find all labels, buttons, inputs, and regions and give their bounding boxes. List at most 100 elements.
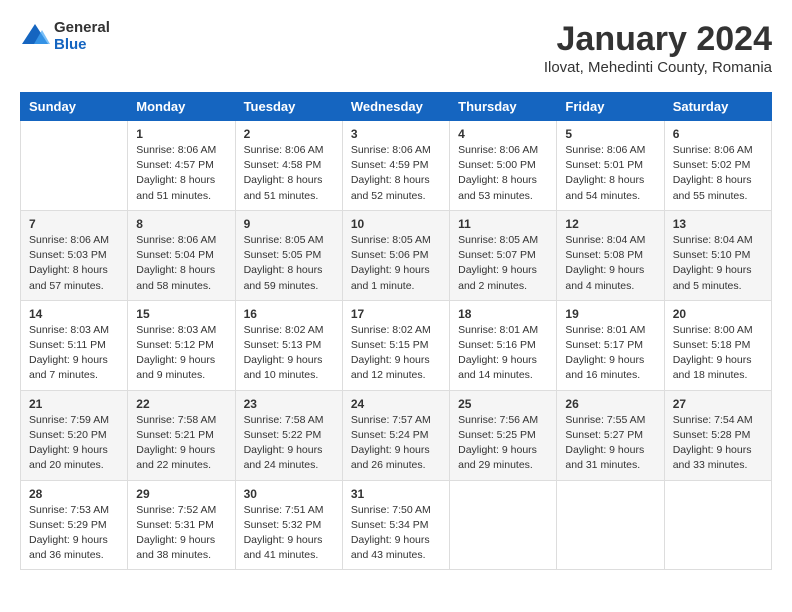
day-number: 24: [351, 397, 441, 411]
week-row-5: 28Sunrise: 7:53 AMSunset: 5:29 PMDayligh…: [21, 480, 772, 570]
day-info: Sunrise: 7:59 AMSunset: 5:20 PMDaylight:…: [29, 413, 119, 474]
cell-w5-d1: 29Sunrise: 7:52 AMSunset: 5:31 PMDayligh…: [128, 480, 235, 570]
day-info: Sunrise: 8:01 AMSunset: 5:17 PMDaylight:…: [565, 323, 655, 384]
day-info: Sunrise: 7:58 AMSunset: 5:22 PMDaylight:…: [244, 413, 334, 474]
day-info: Sunrise: 7:53 AMSunset: 5:29 PMDaylight:…: [29, 503, 119, 564]
day-number: 5: [565, 127, 655, 141]
week-row-1: 1 Sunrise: 8:06 AMSunset: 4:57 PMDaylight…: [21, 121, 772, 211]
day-info: Sunrise: 8:03 AMSunset: 5:12 PMDaylight:…: [136, 323, 226, 384]
cell-w2-d4: 11 Sunrise: 8:05 AMSunset: 5:07 PMDayligh…: [450, 210, 557, 300]
day-info: Sunrise: 8:05 AMSunset: 5:07 PMDaylight:…: [458, 233, 548, 294]
logo-blue-text: Blue: [54, 37, 110, 54]
day-number: 1: [136, 127, 226, 141]
cell-w2-d1: 8 Sunrise: 8:06 AMSunset: 5:04 PMDaylight…: [128, 210, 235, 300]
day-info: Sunrise: 8:06 AMSunset: 5:00 PMDaylight:…: [458, 143, 548, 204]
day-info: Sunrise: 8:00 AMSunset: 5:18 PMDaylight:…: [673, 323, 763, 384]
cell-w1-d0: [21, 121, 128, 211]
day-info: Sunrise: 7:58 AMSunset: 5:21 PMDaylight:…: [136, 413, 226, 474]
day-number: 20: [673, 307, 763, 321]
day-number: 10: [351, 217, 441, 231]
day-number: 25: [458, 397, 548, 411]
cell-w5-d0: 28Sunrise: 7:53 AMSunset: 5:29 PMDayligh…: [21, 480, 128, 570]
day-info: Sunrise: 7:54 AMSunset: 5:28 PMDaylight:…: [673, 413, 763, 474]
cell-w4-d1: 22 Sunrise: 7:58 AMSunset: 5:21 PMDayligh…: [128, 390, 235, 480]
title-area: January 2024 Ilovat, Mehedinti County, R…: [544, 20, 772, 76]
calendar-header: Sunday Monday Tuesday Wednesday Thursday…: [21, 93, 772, 121]
day-number: 7: [29, 217, 119, 231]
header: General Blue January 2024 Ilovat, Mehedi…: [20, 20, 772, 76]
day-number: 31: [351, 487, 441, 501]
cell-w3-d5: 19 Sunrise: 8:01 AMSunset: 5:17 PMDayligh…: [557, 300, 664, 390]
day-info: Sunrise: 8:06 AMSunset: 4:57 PMDaylight:…: [136, 143, 226, 204]
cell-w1-d6: 6 Sunrise: 8:06 AMSunset: 5:02 PMDaylight…: [664, 121, 771, 211]
day-number: 12: [565, 217, 655, 231]
day-info: Sunrise: 8:04 AMSunset: 5:08 PMDaylight:…: [565, 233, 655, 294]
cell-w4-d5: 26 Sunrise: 7:55 AMSunset: 5:27 PMDayligh…: [557, 390, 664, 480]
day-number: 6: [673, 127, 763, 141]
cell-w3-d6: 20 Sunrise: 8:00 AMSunset: 5:18 PMDayligh…: [664, 300, 771, 390]
cell-w1-d4: 4Sunrise: 8:06 AMSunset: 5:00 PMDaylight…: [450, 121, 557, 211]
cell-w4-d3: 24Sunrise: 7:57 AMSunset: 5:24 PMDayligh…: [342, 390, 449, 480]
cell-w4-d6: 27 Sunrise: 7:54 AMSunset: 5:28 PMDayligh…: [664, 390, 771, 480]
week-row-2: 7Sunrise: 8:06 AMSunset: 5:03 PMDaylight…: [21, 210, 772, 300]
cell-w2-d6: 13Sunrise: 8:04 AMSunset: 5:10 PMDayligh…: [664, 210, 771, 300]
day-number: 21: [29, 397, 119, 411]
cell-w1-d5: 5Sunrise: 8:06 AMSunset: 5:01 PMDaylight…: [557, 121, 664, 211]
cell-w2-d5: 12 Sunrise: 8:04 AMSunset: 5:08 PMDayligh…: [557, 210, 664, 300]
day-number: 26: [565, 397, 655, 411]
day-number: 13: [673, 217, 763, 231]
day-number: 27: [673, 397, 763, 411]
cell-w5-d3: 31 Sunrise: 7:50 AMSunset: 5:34 PMDayligh…: [342, 480, 449, 570]
col-saturday: Saturday: [664, 93, 771, 121]
col-wednesday: Wednesday: [342, 93, 449, 121]
col-monday: Monday: [128, 93, 235, 121]
day-info: Sunrise: 7:50 AMSunset: 5:34 PMDaylight:…: [351, 503, 441, 564]
cell-w5-d2: 30Sunrise: 7:51 AMSunset: 5:32 PMDayligh…: [235, 480, 342, 570]
week-row-3: 14 Sunrise: 8:03 AMSunset: 5:11 PMDayligh…: [21, 300, 772, 390]
cell-w4-d4: 25 Sunrise: 7:56 AMSunset: 5:25 PMDayligh…: [450, 390, 557, 480]
day-info: Sunrise: 7:52 AMSunset: 5:31 PMDaylight:…: [136, 503, 226, 564]
cell-w3-d4: 18 Sunrise: 8:01 AMSunset: 5:16 PMDayligh…: [450, 300, 557, 390]
cell-w1-d1: 1 Sunrise: 8:06 AMSunset: 4:57 PMDaylight…: [128, 121, 235, 211]
day-info: Sunrise: 8:06 AMSunset: 4:58 PMDaylight:…: [244, 143, 334, 204]
day-number: 19: [565, 307, 655, 321]
cell-w3-d2: 16 Sunrise: 8:02 AMSunset: 5:13 PMDayligh…: [235, 300, 342, 390]
day-info: Sunrise: 8:05 AMSunset: 5:06 PMDaylight:…: [351, 233, 441, 294]
day-number: 14: [29, 307, 119, 321]
location-subtitle: Ilovat, Mehedinti County, Romania: [544, 59, 772, 76]
day-number: 17: [351, 307, 441, 321]
day-info: Sunrise: 7:56 AMSunset: 5:25 PMDaylight:…: [458, 413, 548, 474]
day-info: Sunrise: 8:06 AMSunset: 5:02 PMDaylight:…: [673, 143, 763, 204]
cell-w2-d3: 10 Sunrise: 8:05 AMSunset: 5:06 PMDayligh…: [342, 210, 449, 300]
col-friday: Friday: [557, 93, 664, 121]
day-number: 16: [244, 307, 334, 321]
day-number: 3: [351, 127, 441, 141]
cell-w5-d5: [557, 480, 664, 570]
day-info: Sunrise: 8:06 AMSunset: 4:59 PMDaylight:…: [351, 143, 441, 204]
month-title: January 2024: [544, 20, 772, 59]
col-thursday: Thursday: [450, 93, 557, 121]
day-info: Sunrise: 8:02 AMSunset: 5:15 PMDaylight:…: [351, 323, 441, 384]
cell-w3-d1: 15 Sunrise: 8:03 AMSunset: 5:12 PMDayligh…: [128, 300, 235, 390]
header-row: Sunday Monday Tuesday Wednesday Thursday…: [21, 93, 772, 121]
cell-w2-d0: 7Sunrise: 8:06 AMSunset: 5:03 PMDaylight…: [21, 210, 128, 300]
day-number: 15: [136, 307, 226, 321]
day-number: 8: [136, 217, 226, 231]
cell-w2-d2: 9Sunrise: 8:05 AMSunset: 5:05 PMDaylight…: [235, 210, 342, 300]
day-info: Sunrise: 7:55 AMSunset: 5:27 PMDaylight:…: [565, 413, 655, 474]
day-info: Sunrise: 8:01 AMSunset: 5:16 PMDaylight:…: [458, 323, 548, 384]
cell-w4-d0: 21 Sunrise: 7:59 AMSunset: 5:20 PMDayligh…: [21, 390, 128, 480]
day-number: 11: [458, 217, 548, 231]
day-number: 23: [244, 397, 334, 411]
calendar-body: 1 Sunrise: 8:06 AMSunset: 4:57 PMDaylight…: [21, 121, 772, 570]
cell-w3-d3: 17 Sunrise: 8:02 AMSunset: 5:15 PMDayligh…: [342, 300, 449, 390]
day-number: 18: [458, 307, 548, 321]
logo: General Blue: [20, 20, 110, 53]
day-info: Sunrise: 8:03 AMSunset: 5:11 PMDaylight:…: [29, 323, 119, 384]
logo-icon: [20, 22, 50, 52]
day-number: 22: [136, 397, 226, 411]
logo-general-text: General: [54, 20, 110, 37]
day-info: Sunrise: 8:06 AMSunset: 5:04 PMDaylight:…: [136, 233, 226, 294]
col-sunday: Sunday: [21, 93, 128, 121]
day-info: Sunrise: 8:02 AMSunset: 5:13 PMDaylight:…: [244, 323, 334, 384]
